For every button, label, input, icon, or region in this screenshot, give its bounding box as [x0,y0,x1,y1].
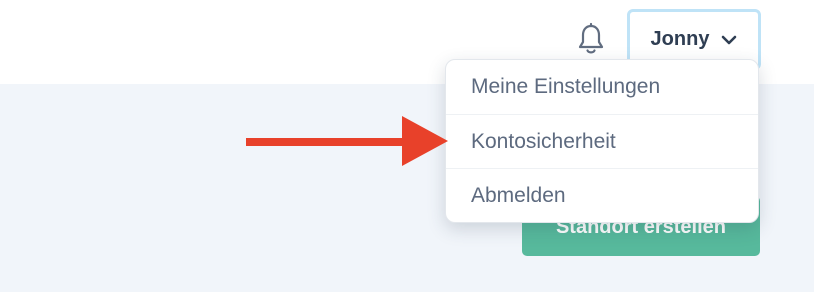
chevron-down-icon [721,32,737,48]
menu-item-logout[interactable]: Abmelden [446,168,758,222]
user-dropdown-menu: Meine Einstellungen Kontosicherheit Abme… [445,59,759,223]
bell-icon [575,22,607,61]
content-divider [0,292,814,296]
notifications-button[interactable] [572,22,610,60]
annotation-arrow [244,114,450,168]
user-name: Jonny [650,28,710,50]
menu-item-account-security[interactable]: Kontosicherheit [446,114,758,168]
menu-item-my-settings[interactable]: Meine Einstellungen [446,60,758,114]
